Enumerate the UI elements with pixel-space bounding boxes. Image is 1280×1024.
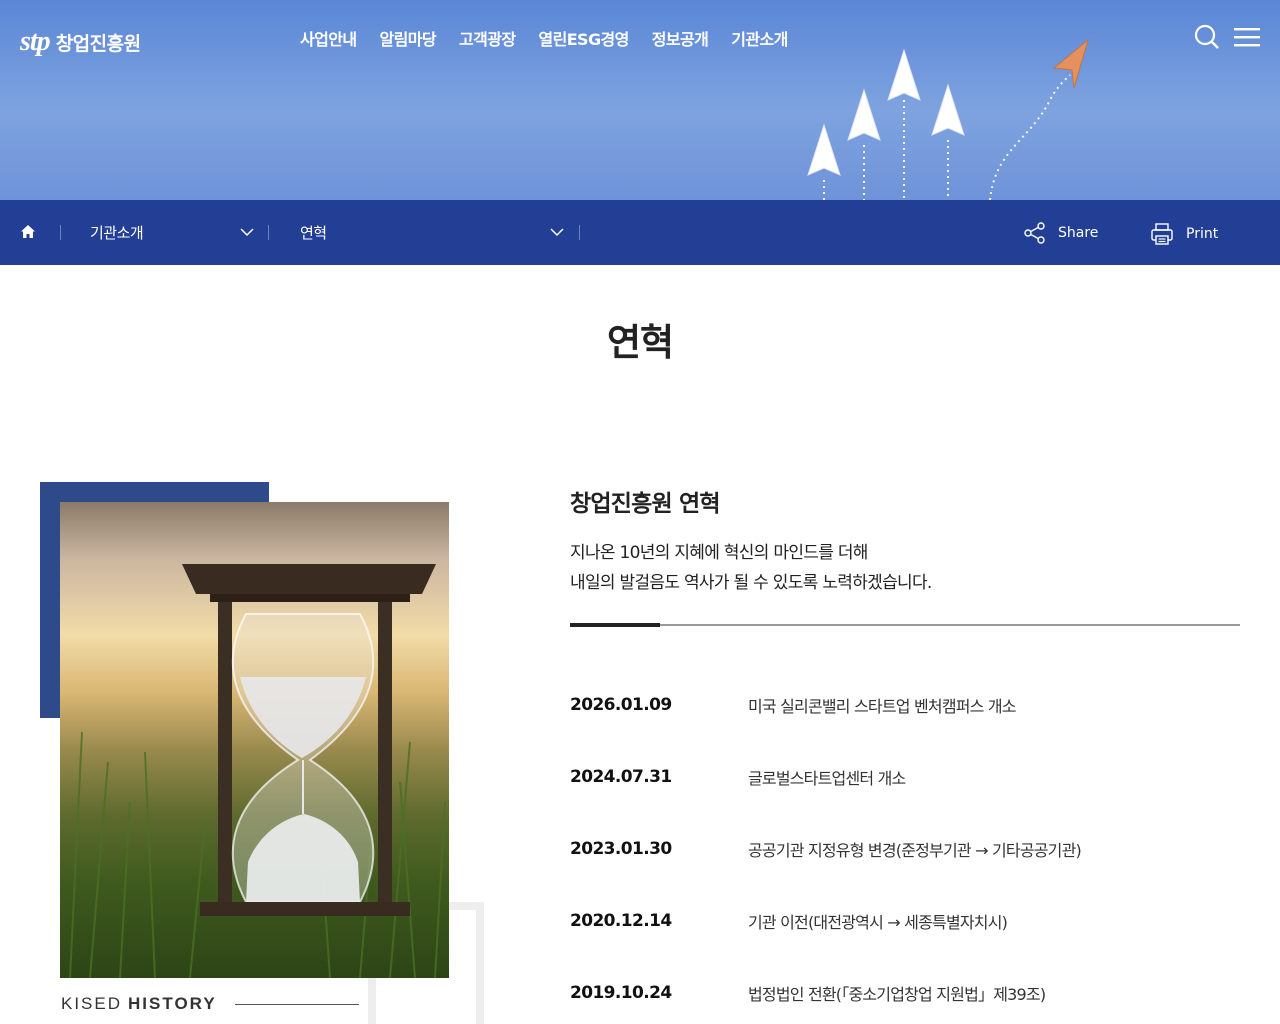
timeline-date: 2023.01.30 bbox=[570, 839, 672, 859]
logo-name: 창업진흥원 bbox=[55, 32, 141, 55]
section-title: 창업진흥원 연혁 bbox=[570, 491, 721, 517]
nav-item-customer[interactable]: 고객광장 bbox=[459, 26, 516, 50]
timeline-text: 법정법인 전환(「중소기업창업 지원법」제39조) bbox=[748, 985, 1046, 1004]
timeline-text: 미국 실리콘밸리 스타트업 벤처캠퍼스 개소 bbox=[748, 697, 1017, 716]
timeline-text: 글로벌스타트업센터 개소 bbox=[748, 769, 906, 788]
divider-accent bbox=[570, 623, 660, 627]
share-icon bbox=[1024, 222, 1045, 244]
share-button[interactable]: Share bbox=[1024, 222, 1098, 244]
location-depth1-select[interactable]: 기관소개 bbox=[90, 222, 144, 243]
section-description: 지나온 10년의 지혜에 혁신의 마인드를 더해 내일의 발걸음도 역사가 될 … bbox=[570, 538, 932, 598]
location-separator bbox=[268, 225, 269, 240]
location-bar: 기관소개 연혁 Share Print bbox=[0, 200, 1280, 265]
timeline-row: 2024.07.31 글로벌스타트업센터 개소 bbox=[570, 762, 1240, 792]
chevron-down-icon[interactable] bbox=[550, 228, 564, 237]
timeline-row: 2019.10.24 법정법인 전환(「중소기업창업 지원법」제39조) bbox=[570, 978, 1240, 1008]
paper-planes-illustration bbox=[807, 38, 1089, 200]
print-button[interactable]: Print bbox=[1150, 222, 1218, 246]
print-label: Print bbox=[1186, 226, 1219, 242]
timeline-row: 2023.01.30 공공기관 지정유형 변경(준정부기관 → 기타공공기관) bbox=[570, 834, 1240, 864]
site-logo[interactable]: stp 창업진흥원 bbox=[20, 26, 141, 58]
timeline-date: 2020.12.14 bbox=[570, 911, 672, 931]
nav-item-business[interactable]: 사업안내 bbox=[300, 26, 357, 50]
nav-item-esg[interactable]: 열린ESG경영 bbox=[538, 26, 629, 50]
description-line: 지나온 10년의 지혜에 혁신의 마인드를 더해 bbox=[570, 543, 868, 563]
site-header: stp 창업진흥원 사업안내 알림마당 고객광장 열린ESG경영 정보공개 기관… bbox=[0, 0, 1280, 200]
timeline-text: 공공기관 지정유형 변경(준정부기관 → 기타공공기관) bbox=[748, 841, 1082, 860]
hourglass-photo bbox=[60, 502, 449, 978]
logo-mark: stp bbox=[20, 26, 51, 57]
caption-line bbox=[234, 1003, 359, 1005]
timeline-row: 2020.12.14 기관 이전(대전광역시 → 세종특별자치시) bbox=[570, 906, 1240, 936]
location-separator bbox=[60, 225, 61, 240]
menu-icon[interactable] bbox=[1234, 26, 1260, 48]
nav-item-notice[interactable]: 알림마당 bbox=[379, 26, 436, 50]
divider bbox=[570, 624, 1240, 626]
hourglass-illustration bbox=[69, 564, 446, 978]
chevron-down-icon[interactable] bbox=[240, 228, 254, 237]
search-icon[interactable] bbox=[1194, 24, 1220, 50]
timeline-row: 2026.01.09 미국 실리콘밸리 스타트업 벤처캠퍼스 개소 bbox=[570, 690, 1240, 720]
timeline-date: 2026.01.09 bbox=[570, 695, 672, 715]
location-depth2-select[interactable]: 연혁 bbox=[300, 222, 327, 243]
history-caption: KISED HISTORY bbox=[61, 994, 359, 1014]
nav-item-about[interactable]: 기관소개 bbox=[731, 26, 788, 50]
home-icon[interactable] bbox=[20, 224, 36, 240]
timeline-date: 2019.10.24 bbox=[570, 983, 672, 1003]
timeline-date: 2024.07.31 bbox=[570, 767, 672, 787]
timeline-text: 기관 이전(대전광역시 → 세종특별자치시) bbox=[748, 913, 1008, 932]
description-line: 내일의 발걸음도 역사가 될 수 있도록 노력하겠습니다. bbox=[570, 573, 932, 593]
share-label: Share bbox=[1058, 225, 1099, 241]
nav-item-disclosure[interactable]: 정보공개 bbox=[652, 26, 709, 50]
location-separator bbox=[579, 225, 580, 240]
caption-word1: KISED bbox=[61, 994, 123, 1013]
printer-icon bbox=[1151, 223, 1173, 245]
main-nav: 사업안내 알림마당 고객광장 열린ESG경영 정보공개 기관소개 bbox=[300, 26, 788, 50]
header-icons bbox=[1194, 24, 1260, 50]
page-title: 연혁 bbox=[606, 321, 674, 364]
caption-word2: HISTORY bbox=[128, 994, 217, 1013]
